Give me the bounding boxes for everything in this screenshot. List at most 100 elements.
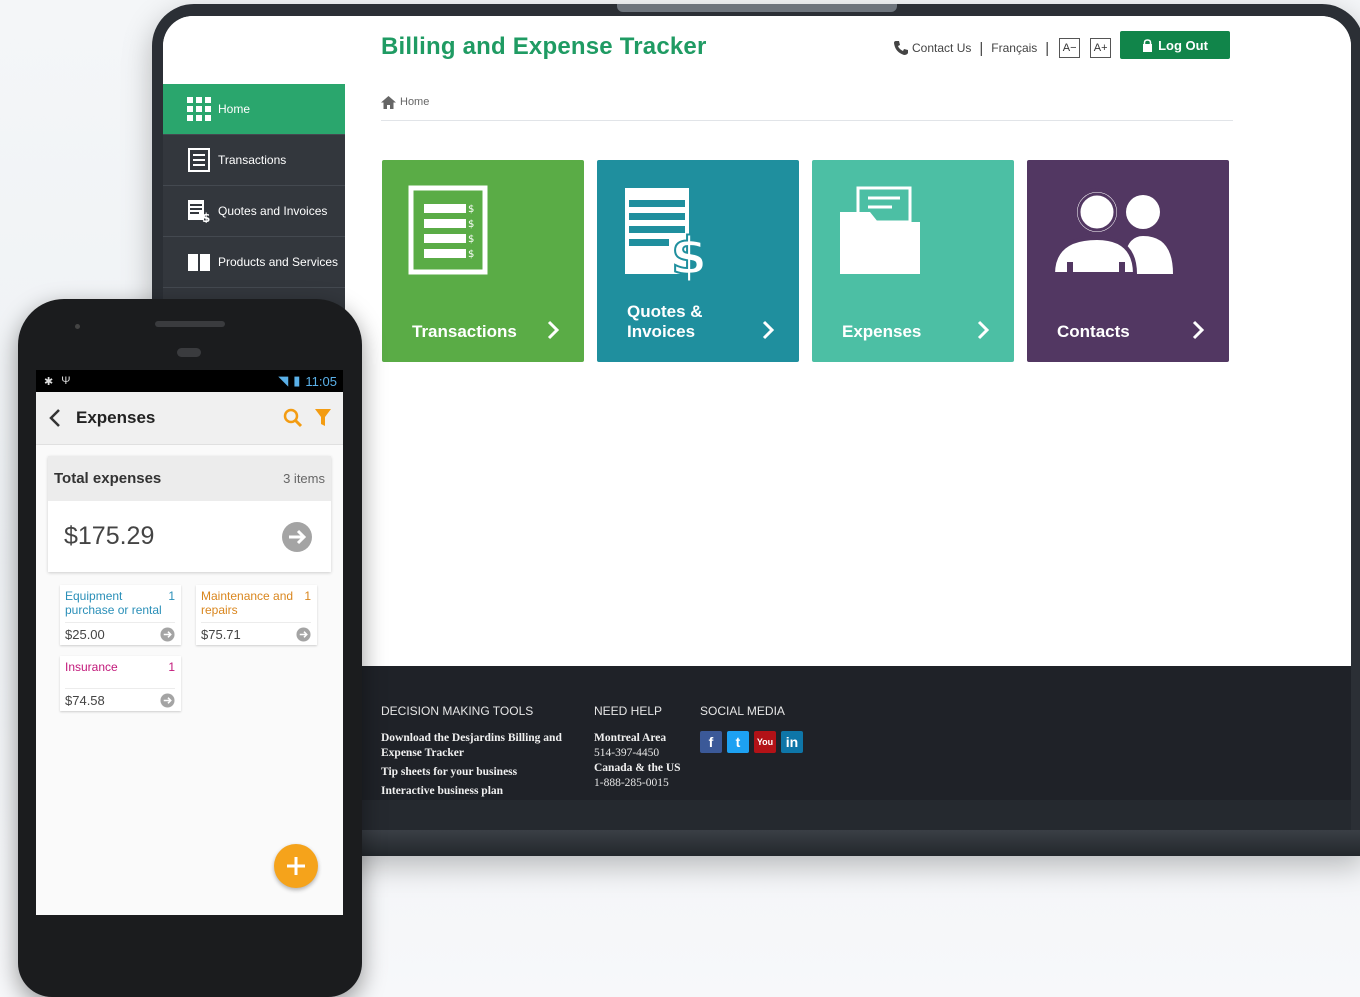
mobile-toolbar: Expenses	[36, 392, 343, 445]
notification-icons: ✱ Ψ	[44, 375, 70, 388]
usb-icon: Ψ	[61, 374, 71, 387]
tile-label-line2: Invoices	[627, 322, 696, 341]
tile-label: Transactions	[412, 322, 517, 341]
arrow-right-circle-icon[interactable]	[160, 626, 175, 642]
list-icon	[188, 148, 210, 172]
footer-heading: NEED HELP	[594, 704, 663, 718]
svg-text:$: $	[468, 204, 474, 215]
font-increase-button[interactable]: A+	[1090, 38, 1112, 58]
twitter-icon[interactable]: t	[727, 731, 749, 753]
category-card-equipment[interactable]: Equipment purchase or rental 1 $25.00	[60, 585, 181, 645]
total-count: 3 items	[283, 471, 325, 486]
header-divider: |	[1045, 39, 1050, 57]
tile-contacts[interactable]: Contacts	[1027, 160, 1229, 362]
footer-link-plan[interactable]: Interactive business plan	[381, 784, 571, 799]
add-expense-button[interactable]	[274, 844, 318, 888]
footer-bottom-bar	[345, 800, 1351, 830]
folder-icon	[840, 186, 920, 274]
footer-heading: DECISION MAKING TOOLS	[381, 704, 534, 718]
sidebar-item-quotes-invoices[interactable]: $ Quotes and Invoices	[163, 186, 345, 237]
svg-text:$: $	[202, 211, 210, 223]
phone-camera	[177, 348, 201, 357]
category-top: Insurance 1	[65, 660, 175, 683]
tile-expenses[interactable]: Expenses	[812, 160, 1014, 362]
total-body: $175.29	[48, 501, 331, 572]
arrow-right-circle-icon[interactable]	[296, 626, 311, 642]
svg-text:$: $	[671, 227, 707, 282]
status-right: ◥ ▮ 11:05	[278, 373, 337, 389]
language-link[interactable]: Français	[991, 41, 1037, 55]
linkedin-icon[interactable]: in	[781, 731, 803, 753]
help-area-montreal: Montreal Area	[594, 732, 667, 744]
category-card-maintenance[interactable]: Maintenance and repairs 1 $75.71	[196, 585, 317, 645]
arrow-right-circle-icon[interactable]	[281, 521, 313, 553]
category-card-insurance[interactable]: Insurance 1 $74.58	[60, 656, 181, 711]
footer-link-download[interactable]: Download the Desjardins Billing and Expe…	[381, 731, 571, 761]
tile-label: Contacts	[1057, 322, 1130, 341]
sidebar-item-home[interactable]: Home	[163, 84, 345, 135]
lock-icon	[1143, 38, 1153, 52]
phone-sensor	[75, 324, 80, 329]
chevron-right-icon	[547, 320, 560, 340]
category-amount: $25.00	[65, 626, 105, 642]
category-count: 1	[304, 589, 311, 603]
footer-link-tips[interactable]: Tip sheets for your business	[381, 765, 571, 780]
contact-us-link[interactable]: Contact Us	[912, 41, 971, 55]
ledger-icon: $ $ $ $	[408, 185, 488, 275]
breadcrumb-home[interactable]: Home	[400, 96, 429, 108]
status-bar: ✱ Ψ ◥ ▮ 11:05	[36, 370, 343, 392]
total-label: Total expenses	[54, 470, 162, 487]
total-header: Total expenses 3 items	[48, 456, 331, 501]
help-phone-canada[interactable]: 1-888-285-0015	[594, 776, 694, 791]
help-phone-montreal[interactable]: 514-397-4450	[594, 746, 694, 761]
sidebar-item-transactions[interactable]: Transactions	[163, 135, 345, 186]
app-title: Billing and Expense Tracker	[381, 33, 707, 60]
chevron-right-icon	[762, 320, 775, 340]
status-time: 11:05	[305, 373, 337, 389]
logout-button[interactable]: Log Out	[1120, 31, 1230, 59]
phone-frame: ✱ Ψ ◥ ▮ 11:05 Expenses Total expenses 3 …	[18, 299, 362, 997]
sidebar-item-label: Products and Services	[218, 255, 339, 269]
sidebar-item-products-services[interactable]: Products and Services	[163, 237, 345, 288]
font-decrease-button[interactable]: A−	[1059, 38, 1081, 58]
search-icon[interactable]	[283, 408, 303, 428]
back-arrow-icon[interactable]	[48, 408, 62, 428]
book-icon	[188, 254, 210, 271]
contacts-icon	[1050, 188, 1173, 276]
filter-icon[interactable]	[315, 409, 331, 427]
youtube-icon[interactable]: You	[754, 731, 776, 753]
footer: DECISION MAKING TOOLS Download the Desja…	[345, 666, 1351, 830]
category-amount-row: $75.71	[201, 622, 311, 645]
category-amount: $75.71	[201, 626, 241, 642]
arrow-right-circle-icon[interactable]	[160, 692, 175, 708]
category-amount: $74.58	[65, 692, 105, 708]
tile-transactions[interactable]: $ $ $ $ Transactions	[382, 160, 584, 362]
phone-icon	[894, 41, 908, 55]
app-header: Billing and Expense Tracker Contact Us |…	[163, 16, 1351, 84]
screen-title: Expenses	[76, 408, 156, 427]
svg-text:$: $	[468, 249, 474, 260]
header-tools: Contact Us | Français | A− A+	[893, 38, 1119, 58]
footer-heading: SOCIAL MEDIA	[700, 704, 785, 718]
tile-quotes-invoices[interactable]: $ Quotes & Invoices	[597, 160, 799, 362]
chevron-right-icon	[977, 320, 990, 340]
logout-label: Log Out	[1158, 37, 1208, 53]
sidebar-item-label: Transactions	[218, 153, 287, 167]
main-content: Home $ $ $ $ Transactions $ Quotes & Inv…	[345, 84, 1351, 666]
category-amount-row: $74.58	[65, 688, 175, 711]
wifi-icon: ◥	[278, 373, 289, 388]
category-name: Insurance	[65, 660, 118, 674]
category-amount-row: $25.00	[65, 622, 175, 645]
category-count: 1	[168, 660, 175, 674]
total-expenses-card[interactable]: Total expenses 3 items $175.29	[48, 456, 331, 572]
facebook-icon[interactable]: f	[700, 731, 722, 753]
plus-icon	[287, 857, 305, 875]
social-icons: f t You in	[700, 731, 830, 753]
footer-help: NEED HELP Montreal Area 514-397-4450 Can…	[594, 704, 694, 791]
phone-screen: ✱ Ψ ◥ ▮ 11:05 Expenses Total expenses 3 …	[36, 370, 343, 915]
chevron-right-icon	[1192, 320, 1205, 340]
battery-icon: ▮	[293, 373, 301, 388]
invoice-dollar-icon: $	[625, 188, 708, 282]
invoice-icon: $	[188, 200, 210, 223]
grid-icon	[187, 97, 211, 121]
